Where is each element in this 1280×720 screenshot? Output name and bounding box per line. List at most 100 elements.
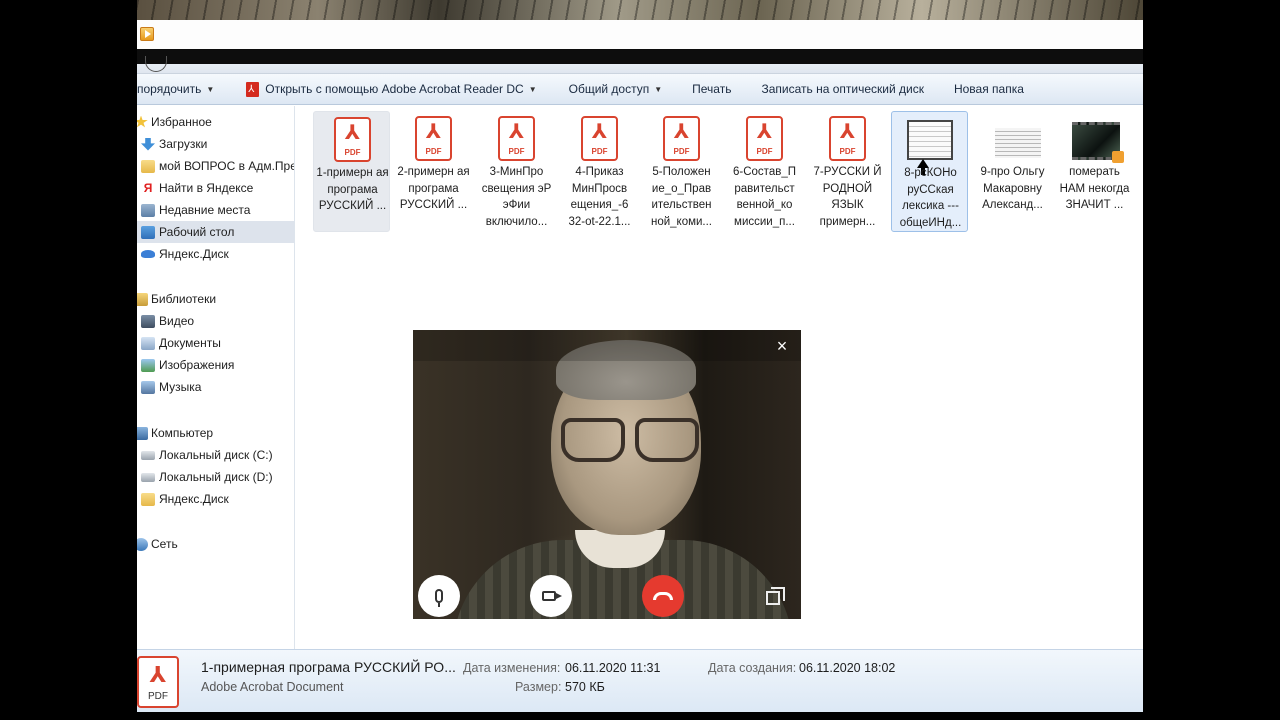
created-value: 06.11.2020 18:02 — [799, 661, 896, 675]
nav-label: Изображения — [159, 358, 235, 372]
phone-hangup-icon — [653, 592, 673, 600]
burn-disc-button[interactable]: Записать на оптический диск — [749, 77, 936, 101]
pdf-file-icon: ⅄ PDF — [663, 116, 700, 161]
hard-drive-icon — [141, 450, 155, 460]
open-with-button[interactable]: Открыть с помощью Adobe Acrobat Reader D… — [234, 77, 548, 101]
share-label: Общий доступ — [568, 82, 650, 96]
pdf-label: PDF — [673, 147, 690, 156]
library-icon — [137, 292, 148, 306]
video-call-window: × — [413, 330, 801, 619]
nav-video[interactable]: Видео — [137, 310, 294, 332]
file-name: померать НАМ некогда ЗНАЧИТ ... — [1059, 166, 1130, 211]
nav-find-yandex[interactable]: Я Найти в Яндексе — [137, 177, 294, 199]
call-header — [413, 330, 801, 361]
nav-recent[interactable]: Недавние места — [137, 199, 294, 221]
nav-label: Видео — [159, 314, 195, 328]
nav-music[interactable]: Музыка — [137, 376, 294, 398]
document-thumbnail-icon — [995, 128, 1041, 158]
file-item[interactable]: ⅄ PDF 5-Положен ие_о_Прав ительствен ной_к… — [643, 111, 720, 232]
organize-button[interactable]: порядочить ▼ — [137, 77, 226, 101]
nav-yandex-disk-2[interactable]: Яндекс.Диск — [137, 488, 294, 510]
dropdown-arrow-icon: ▼ — [654, 84, 663, 94]
nav-my-question[interactable]: мой ВОПРОС в Адм.Пре — [137, 155, 294, 177]
nav-label: Избранное — [151, 115, 212, 129]
selected-file-name: 1-примерная програма РУССКИЙ РО... — [201, 659, 456, 675]
nav-libraries[interactable]: Библиотеки — [137, 288, 294, 310]
close-icon[interactable]: × — [773, 337, 791, 355]
switch-window-icon — [766, 587, 785, 605]
nav-label: Яндекс.Диск — [159, 492, 229, 506]
pdf-label: PDF — [591, 147, 608, 156]
modified-label: Дата изменения: — [463, 661, 561, 675]
computer-icon — [137, 426, 148, 440]
acrobat-icon — [246, 81, 260, 97]
music-icon — [141, 380, 155, 394]
nav-downloads[interactable]: Загрузки — [137, 133, 294, 155]
file-item[interactable]: 9-про Ольгу Макаровну Александ... — [974, 111, 1051, 232]
dropdown-arrow-icon: ▼ — [528, 84, 537, 94]
file-item[interactable]: померать НАМ некогда ЗНАЧИТ ... — [1056, 111, 1133, 232]
share-button[interactable]: Общий доступ ▼ — [557, 77, 675, 101]
nav-label: Компьютер — [151, 426, 214, 440]
yandex-icon: Я — [141, 181, 155, 195]
nav-local-c[interactable]: Локальный диск (C:) — [137, 444, 294, 466]
media-player-icon[interactable] — [140, 27, 154, 41]
nav-label: Найти в Яндексе — [159, 181, 254, 195]
file-item[interactable]: ⅄ PDF 1-примерн ая програма РУССКИЙ ... — [313, 111, 390, 232]
pdf-label: PDF — [839, 147, 856, 156]
file-name: 1-примерн ая програма РУССКИЙ ... — [316, 167, 389, 212]
back-button[interactable] — [145, 56, 167, 72]
file-item[interactable]: ⅄ PDF 3-МинПро свещения эР эФии включило..… — [478, 111, 555, 232]
images-icon — [141, 358, 155, 372]
acrobat-icon: ⅄ — [756, 121, 773, 143]
nav-favorites[interactable]: Избранное — [137, 111, 294, 133]
nav-label: Загрузки — [159, 137, 208, 151]
acrobat-icon: ⅄ — [425, 121, 442, 143]
organize-label: порядочить — [137, 82, 202, 96]
camera-icon — [542, 591, 562, 601]
nav-local-d[interactable]: Локальный диск (D:) — [137, 466, 294, 488]
nav-computer[interactable]: Компьютер — [137, 422, 294, 444]
pdf-file-icon: ⅄ PDF — [829, 116, 866, 161]
file-name: 9-про Ольгу Макаровну Александ... — [980, 166, 1045, 211]
navigation-pane: Избранное Загрузки мой ВОПРОС в Адм.Пре … — [137, 106, 295, 649]
mute-button[interactable] — [418, 575, 460, 617]
nav-label: Документы — [159, 336, 221, 350]
pdf-label: PDF — [148, 691, 168, 702]
dropdown-arrow-icon: ▼ — [206, 84, 215, 94]
nav-yandex-disk[interactable]: Яндекс.Диск — [137, 243, 294, 265]
camera-button[interactable] — [530, 575, 572, 617]
pdf-label: PDF — [508, 147, 525, 156]
file-item[interactable]: ⅄ PDF 2-примерн ая програма РУССКИЙ ... — [395, 111, 472, 232]
video-thumbnail-icon — [1072, 122, 1124, 163]
nav-label: Яндекс.Диск — [159, 247, 229, 261]
file-item[interactable]: ⅄ PDF 6-Состав_П равительст венной_ко мисс… — [726, 111, 803, 232]
media-player-bar — [137, 20, 1143, 49]
file-name: 6-Состав_П равительст венной_ко миссии_п… — [733, 166, 796, 228]
nav-label: Сеть — [151, 537, 178, 551]
star-icon — [137, 115, 148, 128]
microphone-icon — [435, 589, 443, 607]
pdf-file-icon: ⅄ PDF — [137, 656, 179, 708]
file-item[interactable]: ⅄ PDF 4-Приказ МинПросв ещения_-6 32-ot-22… — [561, 111, 638, 232]
end-call-button[interactable] — [642, 575, 684, 617]
switch-view-button[interactable] — [754, 575, 796, 617]
file-item[interactable]: 8-рсКОНо руССкая лексика --- общеИНд... — [891, 111, 968, 232]
nav-network[interactable]: Сеть — [137, 533, 294, 555]
window-frame-band — [137, 49, 1143, 64]
created-label: Дата создания: — [708, 661, 797, 675]
nav-images[interactable]: Изображения — [137, 354, 294, 376]
file-item[interactable]: ⅄ PDF 7-РУССКИ Й РОДНОЙ ЯЗЫК примерн... — [809, 111, 886, 232]
pdf-file-icon: ⅄ PDF — [746, 116, 783, 161]
print-button[interactable]: Печать — [680, 77, 743, 101]
nav-label: Локальный диск (D:) — [159, 470, 273, 484]
folder-icon — [141, 159, 155, 173]
pdf-label: PDF — [756, 147, 773, 156]
new-folder-button[interactable]: Новая папка — [942, 77, 1036, 101]
video-icon — [141, 314, 155, 328]
file-name: 8-рсКОНо руССкая лексика --- общеИНд... — [899, 167, 962, 229]
nav-label: Рабочий стол — [159, 225, 235, 239]
nav-desktop[interactable]: Рабочий стол — [137, 221, 294, 243]
nav-documents[interactable]: Документы — [137, 332, 294, 354]
nav-label: Недавние места — [159, 203, 251, 217]
